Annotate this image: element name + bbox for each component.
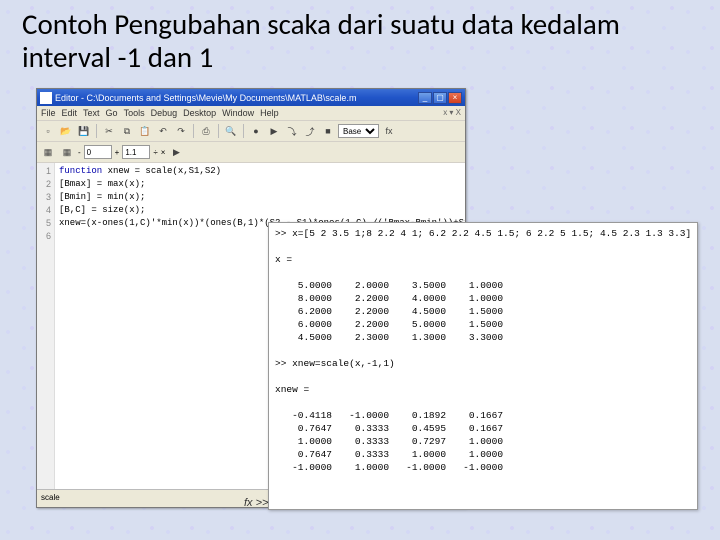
cellmode-icon[interactable]: ▦	[40, 144, 56, 160]
slide-title: Contoh Pengubahan scaka dari suatu data …	[0, 0, 720, 81]
paste-icon[interactable]: 📋	[137, 123, 153, 139]
bp-icon[interactable]: ●	[248, 123, 264, 139]
minimize-button[interactable]: _	[418, 92, 432, 104]
cmd-l3: >> xnew=scale(x,-1,1)	[275, 358, 395, 369]
cellnext-icon[interactable]: ▦	[59, 144, 75, 160]
close-button[interactable]: ×	[448, 92, 462, 104]
cmd-s1: -0.4118 -1.0000 0.1892 0.1667	[275, 410, 503, 421]
toolbar-main: ▫ 📂 💾 ✂ ⧉ 📋 ↶ ↷ ⎙ 🔍 ● ▶ ⤵ ⤴ ■ Base fx	[37, 121, 465, 142]
titlebar-text: Editor - C:\Documents and Settings\Mevie…	[55, 93, 418, 103]
titlebar[interactable]: Editor - C:\Documents and Settings\Mevie…	[37, 89, 465, 106]
kw-function: function	[59, 166, 102, 176]
cmd-s5: -1.0000 1.0000 -1.0000 -1.0000	[275, 462, 503, 473]
cmd-r4: 6.0000 2.2000 5.0000 1.5000	[275, 319, 503, 330]
code-l1b: xnew = scale(x,S1,S2)	[102, 166, 221, 176]
ln-4: 4	[37, 204, 51, 217]
copy-icon[interactable]: ⧉	[119, 123, 135, 139]
open-icon[interactable]: 📂	[58, 123, 74, 139]
cmd-s3: 1.0000 0.3333 0.7297 1.0000	[275, 436, 503, 447]
find-icon[interactable]: 🔍	[223, 123, 239, 139]
menubar: File Edit Text Go Tools Debug Desktop Wi…	[37, 106, 465, 121]
new-icon[interactable]: ▫	[40, 123, 56, 139]
cmd-r2: 8.0000 2.2000 4.0000 1.0000	[275, 293, 503, 304]
code-l2: [Bmax] = max(x);	[59, 179, 145, 189]
fx-prompt[interactable]: fx >>	[244, 497, 268, 509]
cmd-s4: 0.7647 0.3333 1.0000 1.0000	[275, 449, 503, 460]
toolbar-cell: ▦ ▦ - + ÷ × ▶	[37, 142, 465, 163]
ln-5: 5	[37, 217, 51, 230]
command-window[interactable]: >> x=[5 2 3.5 1;8 2.2 4 1; 6.2 2.2 4.5 1…	[268, 222, 698, 510]
incr-field[interactable]	[122, 145, 150, 159]
print-icon[interactable]: ⎙	[198, 123, 214, 139]
cellrun-icon[interactable]: ▶	[168, 144, 184, 160]
fx-icon[interactable]: fx	[381, 123, 397, 139]
cmd-l1: >> x=[5 2 3.5 1;8 2.2 4 1; 6.2 2.2 4.5 1…	[275, 228, 691, 239]
mdi-buttons[interactable]: x ▾ X	[443, 108, 461, 118]
cmd-s2: 0.7647 0.3333 0.4595 0.1667	[275, 423, 503, 434]
window-buttons: _ ▢ ×	[418, 92, 462, 104]
stepout-icon[interactable]: ⤴	[302, 123, 318, 139]
menu-debug[interactable]: Debug	[151, 108, 178, 118]
maximize-button[interactable]: ▢	[433, 92, 447, 104]
status-fn: scale	[41, 493, 60, 502]
redo-icon[interactable]: ↷	[173, 123, 189, 139]
ln-6: 6	[37, 230, 51, 243]
cmd-r1: 5.0000 2.0000 3.5000 1.0000	[275, 280, 503, 291]
line-gutter: 1 2 3 4 5 6	[37, 163, 55, 489]
ln-2: 2	[37, 178, 51, 191]
menu-desktop[interactable]: Desktop	[183, 108, 216, 118]
stop-icon[interactable]: ■	[320, 123, 336, 139]
cut-icon[interactable]: ✂	[101, 123, 117, 139]
cmd-r5: 4.5000 2.3000 1.3000 3.3000	[275, 332, 503, 343]
menu-help[interactable]: Help	[260, 108, 279, 118]
ln-3: 3	[37, 191, 51, 204]
times-icon: ×	[161, 148, 166, 157]
menu-go[interactable]: Go	[106, 108, 118, 118]
app-icon	[40, 92, 52, 104]
ln-1: 1	[37, 165, 51, 178]
stack-select[interactable]: Base	[338, 124, 379, 138]
menu-text[interactable]: Text	[83, 108, 100, 118]
save-icon[interactable]: 💾	[76, 123, 92, 139]
menu-tools[interactable]: Tools	[124, 108, 145, 118]
undo-icon[interactable]: ↶	[155, 123, 171, 139]
menu-window[interactable]: Window	[222, 108, 254, 118]
menu-edit[interactable]: Edit	[62, 108, 78, 118]
cmd-r3: 6.2000 2.2000 4.5000 1.5000	[275, 306, 503, 317]
menu-file[interactable]: File	[41, 108, 56, 118]
decr-field[interactable]	[84, 145, 112, 159]
code-l4: [B,C] = size(x);	[59, 205, 145, 215]
step-icon[interactable]: ⤵	[284, 123, 300, 139]
cmd-l4: xnew =	[275, 384, 309, 395]
cmd-l2: x =	[275, 254, 292, 265]
code-l3: [Bmin] = min(x);	[59, 192, 145, 202]
divide-icon: ÷	[153, 148, 157, 157]
run-icon[interactable]: ▶	[266, 123, 282, 139]
